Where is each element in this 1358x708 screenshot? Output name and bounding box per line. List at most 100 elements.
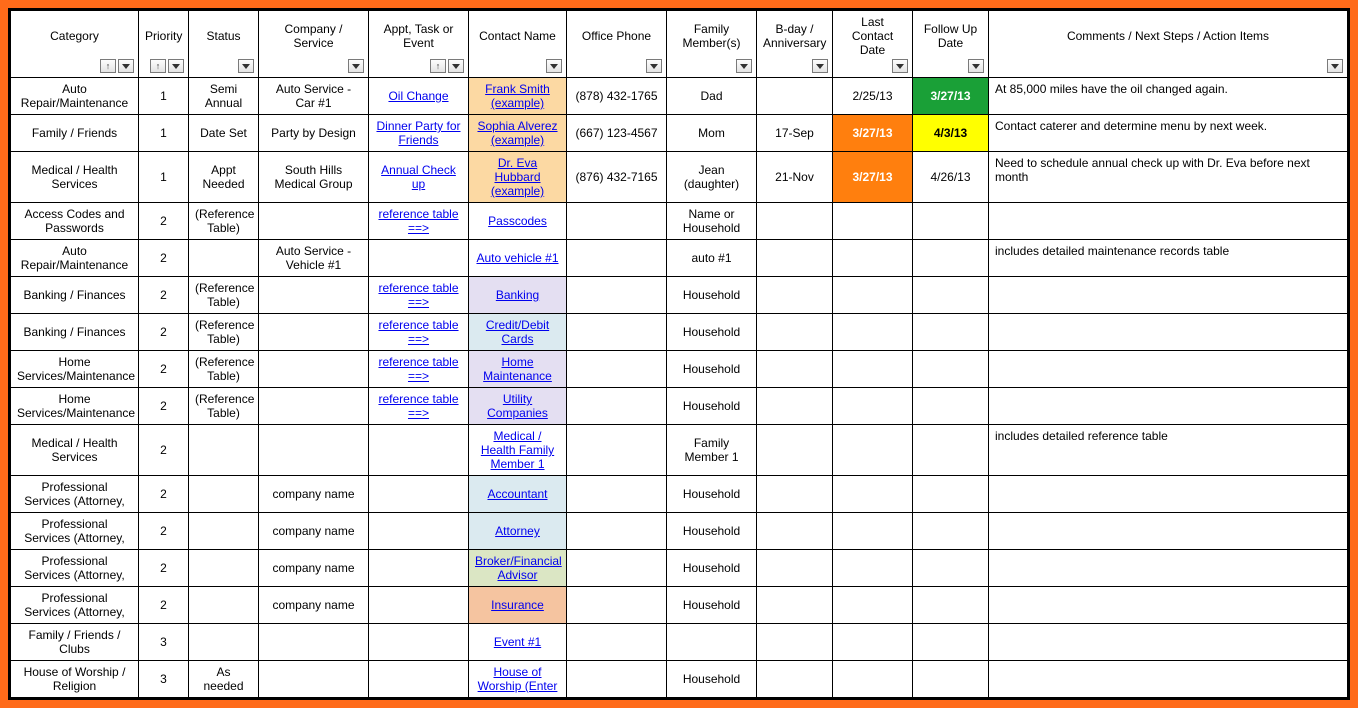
- cell-contact[interactable]: Broker/Financial Advisor: [469, 550, 567, 587]
- filter-button[interactable]: [238, 59, 254, 73]
- cell-priority: 3: [139, 661, 189, 698]
- cell-family: Family Member 1: [667, 425, 757, 476]
- link[interactable]: Insurance: [491, 598, 544, 612]
- cell-status: (Reference Table): [189, 388, 259, 425]
- cell-appt[interactable]: reference table ==>: [369, 314, 469, 351]
- cell-status: [189, 624, 259, 661]
- cell-follow: [913, 425, 989, 476]
- link[interactable]: reference table ==>: [378, 318, 458, 346]
- cell-appt[interactable]: reference table ==>: [369, 277, 469, 314]
- link[interactable]: reference table ==>: [378, 207, 458, 235]
- cell-contact[interactable]: Banking: [469, 277, 567, 314]
- cell-appt[interactable]: Annual Check up: [369, 152, 469, 203]
- cell-priority: 2: [139, 314, 189, 351]
- column-label: Appt, Task or Event: [384, 22, 454, 50]
- cell-family: auto #1: [667, 240, 757, 277]
- column-label: Contact Name: [479, 29, 556, 43]
- cell-bday: [757, 476, 833, 513]
- table-row: Professional Services (Attorney,2company…: [11, 476, 1348, 513]
- column-header-last: Last Contact Date: [833, 11, 913, 78]
- filter-button[interactable]: [348, 59, 364, 73]
- filter-button[interactable]: [168, 59, 184, 73]
- link[interactable]: reference table ==>: [378, 281, 458, 309]
- sort-button[interactable]: ↑: [150, 59, 166, 73]
- cell-priority: 2: [139, 203, 189, 240]
- link[interactable]: Frank Smith (example): [485, 82, 550, 110]
- cell-appt[interactable]: reference table ==>: [369, 351, 469, 388]
- cell-follow: [913, 351, 989, 388]
- column-header-bday: B-day / Anniversary: [757, 11, 833, 78]
- link[interactable]: Credit/Debit Cards: [486, 318, 549, 346]
- column-header-follow: Follow Up Date: [913, 11, 989, 78]
- cell-appt[interactable]: Oil Change: [369, 78, 469, 115]
- link[interactable]: reference table ==>: [378, 392, 458, 420]
- cell-contact[interactable]: Insurance: [469, 587, 567, 624]
- link[interactable]: Attorney: [495, 524, 540, 538]
- cell-contact[interactable]: Frank Smith (example): [469, 78, 567, 115]
- filter-button[interactable]: [118, 59, 134, 73]
- link[interactable]: Home Maintenance: [483, 355, 552, 383]
- cell-last: [833, 388, 913, 425]
- cell-appt: [369, 240, 469, 277]
- filter-button[interactable]: [968, 59, 984, 73]
- cell-priority: 2: [139, 240, 189, 277]
- cell-contact[interactable]: Home Maintenance: [469, 351, 567, 388]
- sort-button[interactable]: ↑: [430, 59, 446, 73]
- cell-contact[interactable]: Sophia Alverez (example): [469, 115, 567, 152]
- chevron-down-icon: [740, 64, 748, 69]
- cell-comments: [989, 587, 1348, 624]
- cell-category: Professional Services (Attorney,: [11, 513, 139, 550]
- cell-bday: [757, 425, 833, 476]
- column-label: B-day / Anniversary: [763, 22, 826, 50]
- chevron-down-icon: [242, 64, 250, 69]
- link[interactable]: Dinner Party for Friends: [376, 119, 460, 147]
- chevron-down-icon: [452, 64, 460, 69]
- link[interactable]: reference table ==>: [378, 355, 458, 383]
- filter-button[interactable]: [736, 59, 752, 73]
- filter-button[interactable]: [892, 59, 908, 73]
- link[interactable]: Dr. Eva Hubbard (example): [491, 156, 544, 198]
- cell-contact[interactable]: Event #1: [469, 624, 567, 661]
- link[interactable]: Accountant: [487, 487, 547, 501]
- sort-button[interactable]: ↑: [100, 59, 116, 73]
- link[interactable]: Sophia Alverez (example): [477, 119, 557, 147]
- link[interactable]: Broker/Financial Advisor: [475, 554, 562, 582]
- filter-button[interactable]: [1327, 59, 1343, 73]
- cell-priority: 1: [139, 78, 189, 115]
- cell-appt: [369, 513, 469, 550]
- cell-status: [189, 550, 259, 587]
- link[interactable]: House of Worship (Enter: [478, 665, 558, 693]
- cell-status: [189, 240, 259, 277]
- cell-contact[interactable]: Dr. Eva Hubbard (example): [469, 152, 567, 203]
- cell-comments: [989, 513, 1348, 550]
- link[interactable]: Medical / Health Family Member 1: [481, 429, 554, 471]
- filter-button[interactable]: [546, 59, 562, 73]
- cell-category: House of Worship / Religion: [11, 661, 139, 698]
- cell-contact[interactable]: Accountant: [469, 476, 567, 513]
- cell-category: Professional Services (Attorney,: [11, 476, 139, 513]
- cell-contact[interactable]: Credit/Debit Cards: [469, 314, 567, 351]
- filter-button[interactable]: [448, 59, 464, 73]
- filter-button[interactable]: [646, 59, 662, 73]
- cell-appt: [369, 661, 469, 698]
- filter-button[interactable]: [812, 59, 828, 73]
- link[interactable]: Auto vehicle #1: [476, 251, 558, 265]
- cell-contact[interactable]: Utility Companies: [469, 388, 567, 425]
- link[interactable]: Annual Check up: [381, 163, 456, 191]
- cell-phone: [567, 513, 667, 550]
- link[interactable]: Oil Change: [388, 89, 448, 103]
- cell-contact[interactable]: Auto vehicle #1: [469, 240, 567, 277]
- cell-contact[interactable]: House of Worship (Enter: [469, 661, 567, 698]
- cell-appt[interactable]: reference table ==>: [369, 203, 469, 240]
- cell-contact[interactable]: Passcodes: [469, 203, 567, 240]
- link[interactable]: Utility Companies: [487, 392, 548, 420]
- link[interactable]: Banking: [496, 288, 539, 302]
- cell-contact[interactable]: Medical / Health Family Member 1: [469, 425, 567, 476]
- cell-appt[interactable]: Dinner Party for Friends: [369, 115, 469, 152]
- link[interactable]: Passcodes: [488, 214, 547, 228]
- cell-company: company name: [259, 587, 369, 624]
- cell-status: [189, 587, 259, 624]
- link[interactable]: Event #1: [494, 635, 541, 649]
- cell-contact[interactable]: Attorney: [469, 513, 567, 550]
- cell-appt[interactable]: reference table ==>: [369, 388, 469, 425]
